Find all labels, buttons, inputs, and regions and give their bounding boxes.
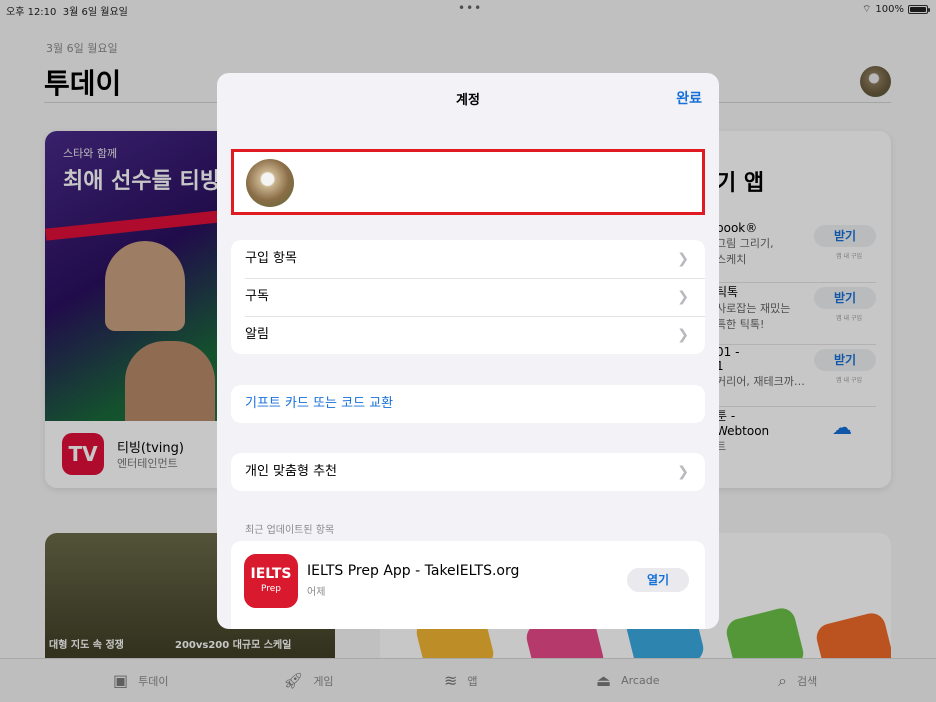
purchases-row[interactable]: 구입 항목 ❯ bbox=[231, 240, 705, 278]
gift-card-group: 기프트 카드 또는 코드 교환 bbox=[231, 385, 705, 423]
open-button[interactable]: 열기 bbox=[627, 568, 689, 592]
account-sheet: 계정 완료 구입 항목 ❯ 구독 ❯ 알림 ❯ 기프트 카드 또는 코드 교환 … bbox=[217, 73, 719, 629]
recent-app-row[interactable]: IELTS Prep IELTS Prep App - TakeIELTS.or… bbox=[231, 541, 705, 629]
redeem-gift-card-link[interactable]: 기프트 카드 또는 코드 교환 bbox=[231, 385, 705, 423]
chevron-right-icon: ❯ bbox=[677, 464, 689, 480]
notifications-row[interactable]: 알림 ❯ bbox=[231, 316, 705, 354]
chevron-right-icon: ❯ bbox=[677, 289, 689, 305]
ielts-app-icon: IELTS Prep bbox=[244, 554, 298, 608]
recent-updates-label: 최근 업데이트된 항목 bbox=[245, 525, 335, 536]
subscriptions-row[interactable]: 구독 ❯ bbox=[231, 278, 705, 316]
recent-app-updated: 어제 bbox=[307, 587, 326, 598]
personalized-recommendations-row[interactable]: 개인 맞춤형 추천 ❯ bbox=[231, 453, 705, 491]
sheet-title: 계정 bbox=[456, 93, 480, 108]
account-menu-group: 구입 항목 ❯ 구독 ❯ 알림 ❯ bbox=[231, 240, 705, 354]
personalized-group: 개인 맞춤형 추천 ❯ bbox=[231, 453, 705, 491]
avatar bbox=[246, 159, 294, 207]
chevron-right-icon: ❯ bbox=[677, 251, 689, 267]
done-button[interactable]: 완료 bbox=[676, 88, 702, 108]
recent-app-name: IELTS Prep App - TakeIELTS.org bbox=[307, 563, 520, 579]
account-profile-row[interactable] bbox=[231, 149, 705, 215]
chevron-right-icon: ❯ bbox=[677, 327, 689, 343]
